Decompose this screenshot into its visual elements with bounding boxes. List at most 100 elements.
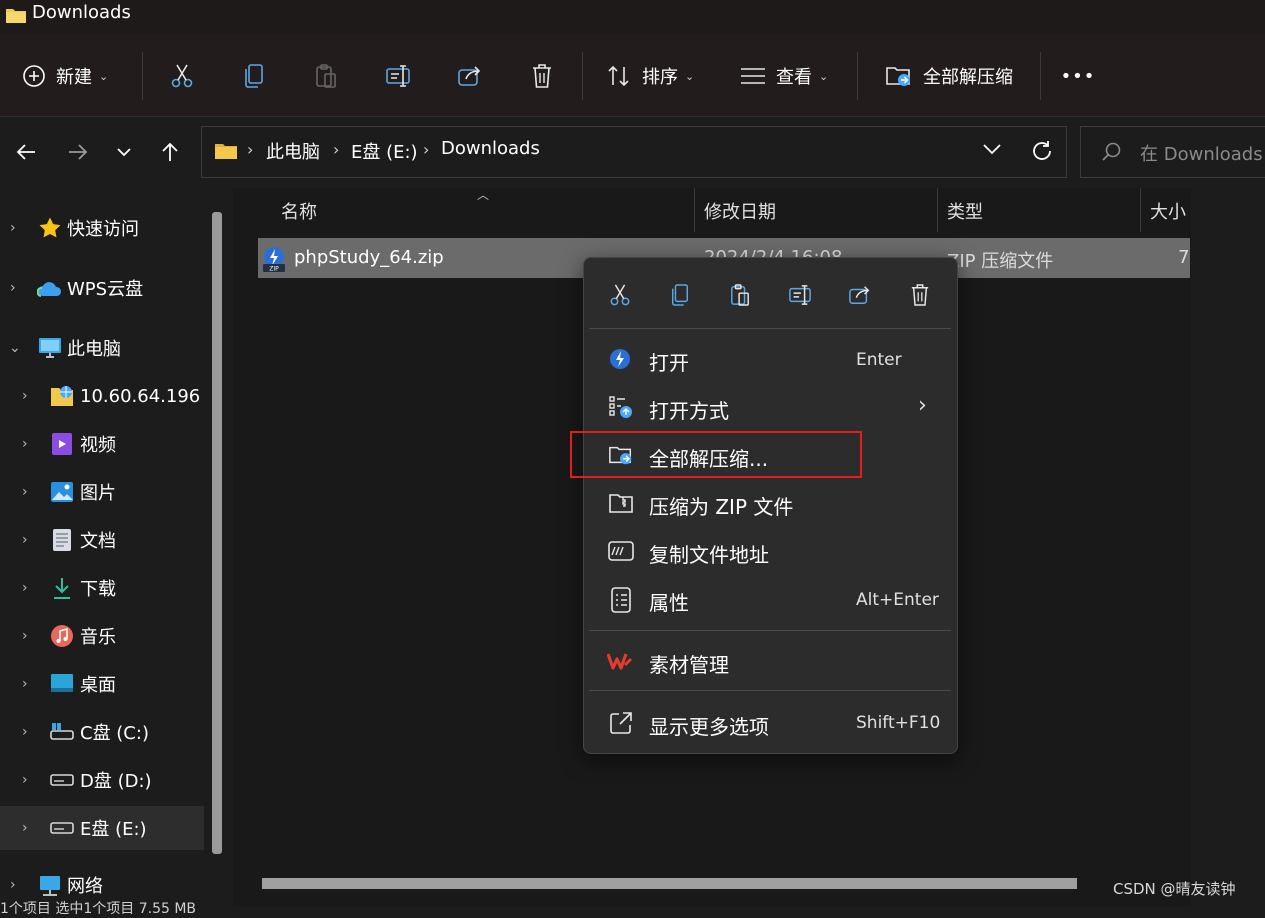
view-button-label: 查看 (776, 67, 812, 88)
paste-button[interactable] (310, 60, 342, 92)
menu-item-asset-management[interactable] (589, 638, 951, 684)
window-title: Downloads (32, 2, 131, 23)
chevron-right-icon: › (22, 388, 28, 404)
chevron-right-icon: › (10, 220, 16, 236)
sidebar-item-desktop[interactable]: › 桌面 (0, 662, 204, 706)
chevron-right-icon: › (22, 580, 28, 596)
context-paste-button[interactable] (722, 277, 758, 313)
file-name: phpStudy_64.zip (294, 247, 444, 268)
menu-item-shortcut: Shift+F10 (856, 713, 941, 733)
delete-button[interactable] (526, 60, 558, 92)
up-button[interactable] (152, 134, 188, 170)
sidebar-label: 此电脑 (67, 339, 121, 360)
menu-item-label: 打开 (649, 351, 689, 375)
horizontal-scrollbar[interactable] (262, 878, 1077, 889)
sidebar-item-quick-access[interactable]: › 快速访问 (0, 206, 204, 250)
chevron-right-icon: › (10, 877, 16, 893)
sidebar-item-d-drive[interactable]: › D盘 (D:) (0, 758, 204, 802)
monitor-icon (38, 337, 62, 359)
sort-ascending-icon: ︿ (477, 188, 490, 202)
sidebar-item-documents[interactable]: › 文档 (0, 518, 204, 562)
column-header-size[interactable]: 大小 (1150, 198, 1186, 224)
copy-icon (670, 283, 690, 307)
recent-locations-button[interactable] (106, 134, 142, 170)
scissors-icon (609, 283, 631, 307)
address-bar[interactable] (201, 126, 1067, 178)
sidebar-label: C盘 (C:) (80, 723, 149, 744)
column-divider[interactable] (937, 188, 938, 232)
drive-icon (50, 772, 74, 788)
context-share-button[interactable] (842, 277, 878, 313)
sidebar-item-videos[interactable]: › 视频 (0, 422, 204, 466)
chevron-down-icon: ⌄ (685, 69, 695, 83)
sidebar-item-c-drive[interactable]: › C盘 (C:) (0, 710, 204, 754)
sidebar-item-network-drive[interactable]: › 10.60.64.196 (0, 374, 204, 418)
menu-item-copy-path[interactable] (589, 528, 951, 574)
more-options-button[interactable]: ••• (1058, 60, 1098, 92)
share-icon (457, 64, 483, 88)
breadcrumb-e-drive[interactable]: E盘 (E:) (351, 138, 418, 164)
view-button[interactable]: 查看 ⌄ (740, 60, 828, 92)
chevron-right-icon: › (22, 484, 28, 500)
column-divider[interactable] (1140, 188, 1141, 232)
sidebar-item-this-pc[interactable]: ⌄ 此电脑 (0, 326, 204, 370)
sidebar-label: 桌面 (80, 675, 116, 696)
sidebar-label: 下载 (80, 579, 116, 600)
menu-item-open-with[interactable] (589, 384, 951, 430)
breadcrumb-this-pc[interactable]: 此电脑 (266, 138, 320, 164)
share-button[interactable] (454, 60, 486, 92)
chevron-down-icon: ⌄ (819, 69, 829, 83)
column-header-name[interactable]: 名称 (281, 198, 317, 224)
sidebar-label: 网络 (67, 876, 103, 897)
search-placeholder: 在 Downloads (1140, 144, 1263, 165)
breadcrumb-downloads[interactable]: Downloads (441, 138, 540, 159)
clipboard-icon (730, 283, 750, 307)
desktop-icon (50, 673, 74, 695)
cloud-icon (37, 278, 63, 298)
context-rename-button[interactable] (782, 277, 818, 313)
address-history-button[interactable] (982, 142, 1002, 156)
sidebar-item-wps-cloud[interactable]: › WPS云盘 (0, 266, 204, 310)
clipboard-icon (315, 63, 337, 89)
context-delete-button[interactable] (902, 277, 938, 313)
sort-button[interactable]: 排序 ⌄ (606, 60, 694, 92)
sidebar-item-downloads[interactable]: › 下载 (0, 566, 204, 610)
extract-all-label: 全部解压缩 (923, 67, 1013, 88)
details-pane (1191, 188, 1265, 868)
chevron-down-icon: ⌄ (9, 340, 21, 356)
column-header-type[interactable]: 类型 (947, 198, 983, 224)
sidebar-item-e-drive[interactable]: › E盘 (E:) (0, 806, 204, 850)
sidebar-scrollbar[interactable] (212, 212, 222, 854)
menu-item-shortcut: Enter (856, 350, 902, 370)
picture-icon (50, 480, 74, 504)
column-divider[interactable] (694, 188, 695, 232)
sort-arrows-icon (606, 64, 632, 88)
open-with-icon (609, 395, 633, 419)
column-header-modified[interactable]: 修改日期 (704, 198, 776, 224)
copy-button[interactable] (238, 60, 270, 92)
extract-all-button[interactable]: 全部解压缩 (885, 60, 1013, 92)
sidebar-item-pictures[interactable]: › 图片 (0, 470, 204, 514)
toolbar-separator (857, 52, 858, 100)
menu-divider (589, 328, 951, 329)
chevron-right-icon: › (22, 436, 28, 452)
cut-button[interactable] (166, 60, 198, 92)
chevron-right-icon: › (10, 280, 16, 296)
copy-path-icon (608, 540, 634, 562)
sidebar-item-music[interactable]: › 音乐 (0, 614, 204, 658)
context-copy-button[interactable] (662, 277, 698, 313)
breadcrumb-separator: › (247, 140, 254, 159)
back-button[interactable] (8, 134, 44, 170)
chevron-right-icon: › (22, 724, 28, 740)
refresh-button[interactable] (1030, 139, 1054, 163)
forward-button[interactable] (60, 134, 96, 170)
file-type: ZIP 压缩文件 (947, 251, 1054, 272)
arrow-right-icon (67, 142, 89, 162)
rename-button[interactable] (382, 60, 414, 92)
breadcrumb-separator: › (333, 140, 340, 159)
svg-text:ZIP: ZIP (269, 266, 279, 273)
context-cut-button[interactable] (602, 277, 638, 313)
new-button[interactable]: 新建 ⌄ (22, 60, 108, 92)
new-button-label: 新建 (56, 67, 92, 88)
sidebar-label: 10.60.64.196 (80, 385, 201, 407)
